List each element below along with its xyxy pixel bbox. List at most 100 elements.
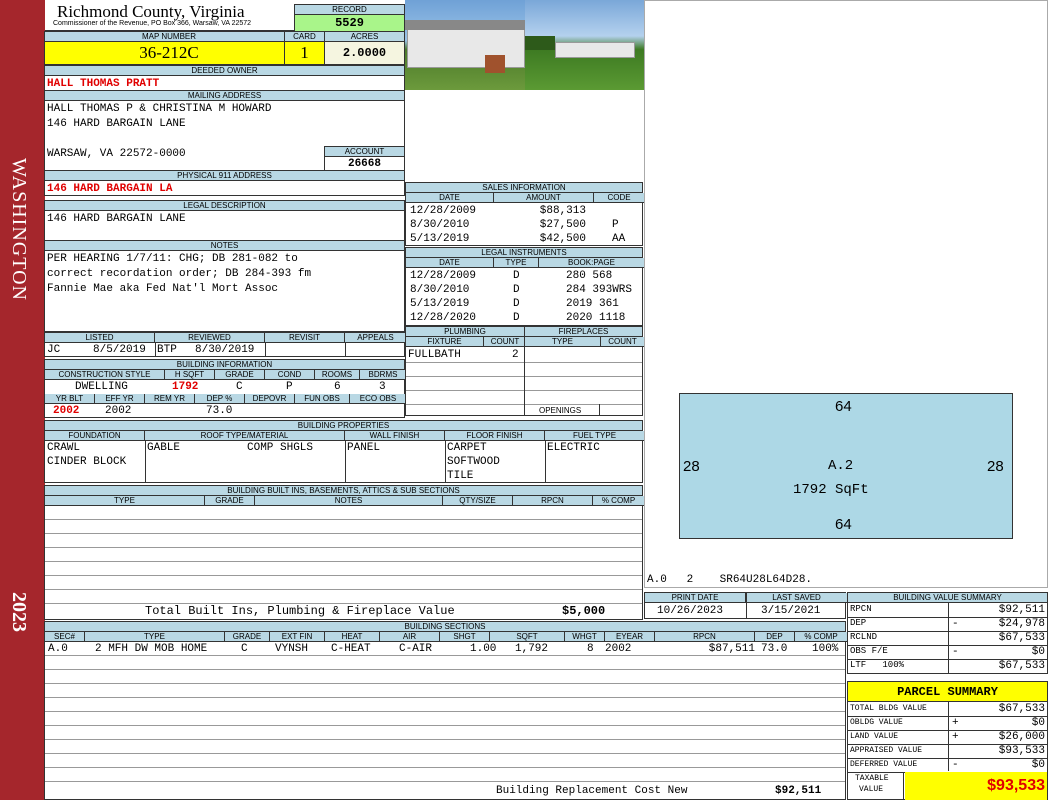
map-number-label: MAP NUMBER [45, 32, 293, 42]
account-box: ACCOUNT 26668 [324, 146, 405, 171]
notes-line1: PER HEARING 1/7/11: CHG; DB 281-082 to [47, 253, 298, 265]
notes-label: NOTES [45, 241, 404, 251]
record-label: RECORD [295, 5, 404, 15]
instrument-row-date: 12/28/2020 [410, 312, 477, 324]
taxable-label-1: TAXABLE [855, 774, 889, 783]
floor-1: CARPET [447, 442, 487, 454]
taxable-label-2: VALUE [859, 785, 884, 794]
mailing-box: MAILING ADDRESS HALL THOMAS P & CHRISTIN… [44, 90, 405, 171]
taxable-value: $93,533 [905, 772, 1047, 800]
instrument-row-date: 5/13/2019 [410, 298, 470, 310]
acres-value: 2.0000 [325, 42, 404, 64]
value-summary-row-label: OBS F/E [850, 646, 888, 656]
roof-type: GABLE [147, 442, 181, 454]
value-summary-row-value: $24,978 [998, 618, 1045, 630]
parcel-row-value: $0 [1031, 759, 1045, 771]
col-dep: DEP % [195, 394, 245, 404]
col-foundation: FOUNDATION [45, 431, 145, 441]
acres-label: ACRES [325, 32, 404, 42]
parcel-row-value: $67,533 [998, 703, 1045, 715]
plumb-col-fixture: FIXTURE [406, 337, 484, 347]
section-col: AIR [380, 632, 440, 642]
building-info-label: BUILDING INFORMATION [45, 360, 404, 370]
sketch-area: 1792 SqFt [793, 482, 869, 498]
account-label: ACCOUNT [325, 147, 404, 157]
sales-col-code: CODE [594, 193, 644, 203]
parcel-summary-box: PARCEL SUMMARY TOTAL BLDG VALUE $67,533 OB… [847, 681, 1048, 800]
legal-label: LEGAL DESCRIPTION [45, 201, 404, 211]
brcn-label: Building Replacement Cost New [496, 785, 688, 797]
sales-col-amount: AMOUNT [494, 193, 594, 203]
col-roof: ROOF TYPE/MATERIAL [145, 431, 345, 441]
col-rem-yr: REM YR [145, 394, 195, 404]
col-hsqft: H SQFT [165, 370, 215, 380]
section-col: GRADE [225, 632, 270, 642]
cond-value: P [286, 381, 293, 393]
last-saved-label: LAST SAVED [746, 593, 847, 603]
col-grade: GRADE [215, 370, 265, 380]
yr-blt-value: 2002 [53, 405, 80, 417]
value-summary-row-sign: - [952, 646, 959, 658]
fire-col-count: COUNT [601, 337, 644, 347]
sketch-right-dim: 28 [987, 458, 1004, 475]
section-row-cell: 100% [812, 643, 839, 655]
section-row-cell: C-AIR [399, 643, 433, 655]
reviewed-date: 8/30/2019 [195, 344, 255, 356]
notes-box: NOTES PER HEARING 1/7/11: CHG; DB 281-08… [44, 240, 405, 332]
sketch-left-dim: 28 [683, 458, 700, 475]
hsqft-value: 1792 [172, 381, 199, 393]
county-header: Richmond County, Virginia Commissioner o… [45, 0, 295, 31]
physical-address: 146 HARD BARGAIN LA [47, 183, 173, 195]
eff-yr-value: 2002 [105, 405, 132, 417]
plumb-col-count: COUNT [484, 337, 526, 347]
foundation-2: CINDER BLOCK [47, 456, 127, 468]
construction-style: DWELLING [75, 381, 128, 393]
appeals-label: APPEALS [345, 333, 406, 343]
openings-label: OPENINGS [539, 406, 582, 415]
parcel-row-sign: + [952, 717, 959, 729]
record-value: 5529 [295, 15, 404, 31]
map-number-value: 36-212C [45, 42, 293, 64]
section-col: SEC# [45, 632, 85, 642]
section-col: EXT FIN [270, 632, 325, 642]
listing-box: LISTED REVIEWED REVISIT APPEALS JC 8/5/2… [44, 332, 406, 357]
plumb-count: 2 [512, 349, 519, 361]
print-date: 10/26/2023 [657, 605, 724, 617]
print-date-label: PRINT DATE [645, 593, 746, 603]
sales-row-amount: $88,313 [539, 205, 586, 217]
plumbing-box: PLUMBING FIXTURE COUNT FULLBATH 2 [405, 326, 526, 416]
instr-col-date: DATE [406, 258, 494, 268]
roof-material: COMP SHGLS [247, 442, 314, 454]
col-floor: FLOOR FINISH [445, 431, 545, 441]
section-col: WHGT [565, 632, 605, 642]
floor-2: SOFTWOOD [447, 456, 500, 468]
map-number-box: MAP NUMBER 36-212C [44, 31, 294, 65]
card-label: CARD [285, 32, 324, 42]
instr-col-type: TYPE [494, 258, 539, 268]
rooms-value: 6 [334, 381, 341, 393]
sketch-bottom-dim: 64 [835, 516, 852, 533]
section-col: SHGT [440, 632, 490, 642]
sketch-label: A.2 [828, 458, 854, 474]
col-depovr: DEPOVR [245, 394, 295, 404]
parcel-row-sign: - [952, 759, 959, 771]
bi-col-comp: % COMP [593, 496, 644, 506]
legal-text: 146 HARD BARGAIN LANE [47, 213, 186, 225]
fireplaces-label: FIREPLACES [525, 327, 642, 337]
value-summary-row-value: $0 [1031, 646, 1045, 658]
sections-label: BUILDING SECTIONS [45, 622, 845, 632]
col-fun-obs: FUN OBS [295, 394, 350, 404]
section-col: DEP [755, 632, 795, 642]
section-row-cell: 2 MFH DW MOB HOME [95, 643, 208, 655]
bdrms-value: 3 [379, 381, 386, 393]
sketch-panel: 64 64 28 28 A.2 1792 SqFt A.0 2 SR64U28L… [644, 0, 1048, 588]
commissioner-line: Commissioner of the Revenue, PO Box 366,… [53, 20, 252, 27]
col-cond: COND [265, 370, 315, 380]
bi-col-rpcn: RPCN [513, 496, 593, 506]
record-box: RECORD 5529 [294, 4, 405, 31]
instrument-row-type: D [513, 270, 520, 282]
properties-label: BUILDING PROPERTIES [45, 421, 642, 431]
instrument-row-bookpage: 2019 361 [566, 298, 619, 310]
instruments-label: LEGAL INSTRUMENTS [406, 248, 642, 258]
legal-box: LEGAL DESCRIPTION 146 HARD BARGAIN LANE [44, 200, 405, 241]
